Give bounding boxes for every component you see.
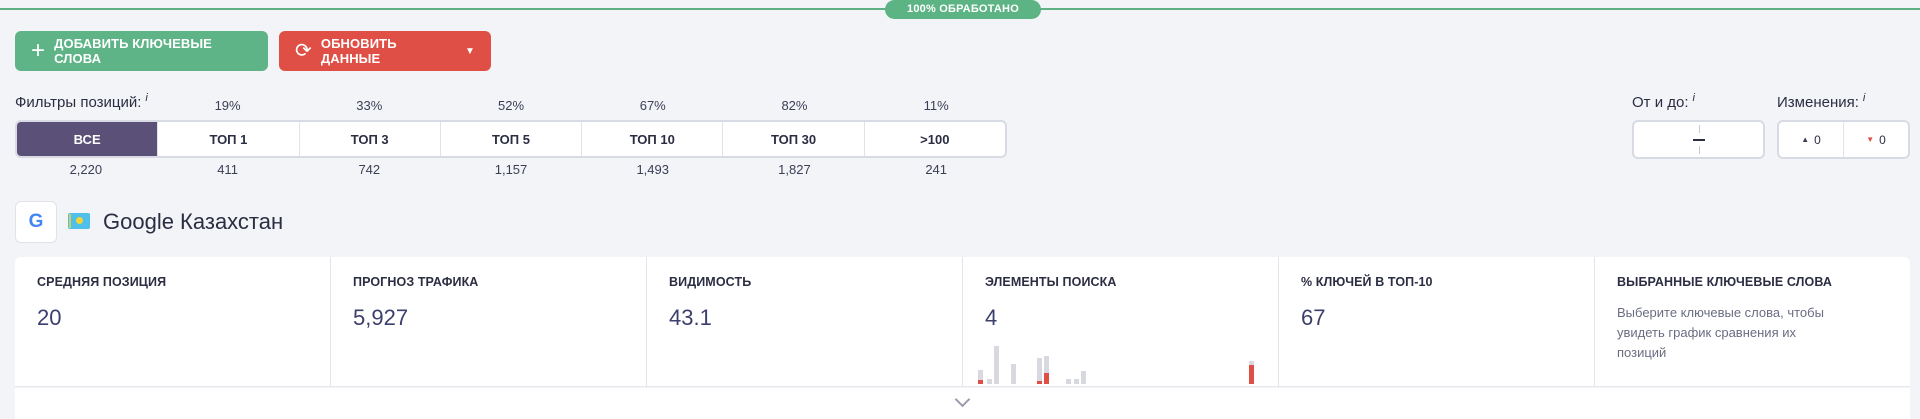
filter-count: 241 — [925, 162, 948, 177]
stat-value: 67 — [1301, 305, 1326, 330]
mini-bar — [1037, 358, 1042, 384]
triangle-down-icon: ▼ — [1866, 135, 1875, 144]
filter-percent: 52% — [498, 98, 525, 113]
progress-badge: 100% ОБРАБОТАНО — [885, 0, 1041, 19]
stat-value: 4 — [985, 305, 998, 330]
changes-label: Изменения: i — [1777, 92, 1865, 111]
filter-over100[interactable]: >100 — [865, 122, 1005, 156]
search-engine-name: Google Казахстан — [103, 209, 284, 234]
info-icon[interactable]: i — [1693, 92, 1695, 104]
stat-card-traffic-forecast[interactable]: ПРОГНОЗ ТРАФИКА 5,927 — [331, 257, 647, 386]
stat-title: % КЛЮЧЕЙ В ТОП-10 — [1301, 275, 1433, 289]
changes-up-value: 0 — [1814, 132, 1821, 147]
position-filter-segmented-control: ВСЕ ТОП 1 ТОП 3 ТОП 5 ТОП 10 ТОП 30 >100 — [15, 120, 1007, 158]
mini-bar — [1044, 356, 1049, 384]
stat-value: 5,927 — [353, 305, 409, 330]
stat-title: ЭЛЕМЕНТЫ ПОИСКА — [985, 275, 1117, 289]
refresh-data-label: ОБНОВИТЬ ДАННЫЕ — [320, 36, 397, 66]
google-letter: G — [28, 211, 44, 232]
mini-bar — [1249, 361, 1254, 384]
chevron-down-icon — [954, 391, 971, 408]
stat-value: 43.1 — [669, 305, 712, 330]
stat-card-selected-keywords[interactable]: ВЫБРАННЫЕ КЛЮЧЕВЫЕ СЛОВА Выберите ключев… — [1595, 257, 1910, 386]
filter-percent: 82% — [781, 98, 808, 113]
changes-down-button[interactable]: ▼ 0 — [1844, 122, 1908, 157]
mini-bar — [978, 370, 983, 384]
chevron-down-icon: ▼ — [465, 45, 475, 57]
mini-bar — [1081, 371, 1086, 384]
filter-count: 411 — [217, 162, 238, 177]
stat-value: 20 — [37, 305, 62, 330]
filter-top3[interactable]: ТОП 3 — [300, 122, 441, 156]
filter-top1[interactable]: ТОП 1 — [158, 122, 300, 156]
range-label-text: От и до: — [1632, 94, 1689, 111]
range-separator — [1693, 139, 1705, 141]
stat-title: ВЫБРАННЫЕ КЛЮЧЕВЫЕ СЛОВА — [1617, 275, 1832, 289]
mini-bar — [1011, 364, 1016, 384]
filter-count: 1,827 — [778, 162, 811, 177]
refresh-icon: ⟳ — [295, 40, 312, 62]
range-divider — [1699, 125, 1700, 133]
filter-percent — [15, 98, 157, 113]
mini-bar — [994, 346, 999, 384]
changes-up-button[interactable]: ▲ 0 — [1779, 122, 1844, 157]
stat-card-visibility[interactable]: ВИДИМОСТЬ 43.1 — [647, 257, 963, 386]
add-keywords-button[interactable]: + ДОБАВИТЬ КЛЮЧЕВЫЕ СЛОВА — [15, 31, 268, 71]
expand-panel-toggle[interactable] — [15, 388, 1910, 419]
info-icon[interactable]: i — [1863, 92, 1865, 104]
filter-percent: 33% — [356, 98, 383, 113]
filter-percent: 67% — [639, 98, 666, 113]
google-icon[interactable]: G — [15, 201, 57, 243]
range-label: От и до: i — [1632, 92, 1695, 111]
changes-label-text: Изменения: — [1777, 94, 1859, 111]
stat-card-serp-features[interactable]: ЭЛЕМЕНТЫ ПОИСКА 4 — [963, 257, 1279, 386]
mini-bar — [1074, 379, 1079, 384]
filter-all[interactable]: ВСЕ — [17, 122, 159, 156]
filter-count: 1,157 — [494, 162, 528, 177]
stat-card-top10-share[interactable]: % КЛЮЧЕЙ В ТОП-10 67 — [1279, 257, 1595, 386]
changes-filter: ▲ 0 ▼ 0 — [1777, 120, 1910, 159]
filter-top30[interactable]: ТОП 30 — [723, 122, 865, 156]
mini-bar — [1066, 379, 1071, 384]
filter-top5[interactable]: ТОП 5 — [441, 122, 583, 156]
mini-bar — [987, 379, 992, 384]
range-divider — [1699, 146, 1700, 154]
stat-card-avg-position[interactable]: СРЕДНЯЯ ПОЗИЦИЯ 20 — [15, 257, 331, 386]
filter-percent: 19% — [214, 98, 241, 113]
kazakhstan-flag-icon — [68, 213, 90, 229]
changes-down-value: 0 — [1879, 132, 1886, 147]
filter-count: 2,220 — [69, 162, 103, 177]
filter-count: 1,493 — [636, 162, 669, 177]
refresh-data-button[interactable]: ⟳ ОБНОВИТЬ ДАННЫЕ ▼ — [279, 31, 491, 71]
triangle-up-icon: ▲ — [1801, 135, 1810, 144]
filter-count-row: 2,220 411 742 1,157 1,493 1,827 241 — [15, 162, 1007, 177]
filter-count: 742 — [358, 162, 381, 177]
stat-description: Выберите ключевые слова, чтобы увидеть г… — [1617, 305, 1824, 360]
stats-panel: СРЕДНЯЯ ПОЗИЦИЯ 20 ПРОГНОЗ ТРАФИКА 5,927… — [15, 257, 1910, 387]
filter-percent: 11% — [923, 98, 949, 113]
stat-title: ВИДИМОСТЬ — [669, 275, 752, 289]
serp-features-mini-chart — [978, 336, 1268, 384]
filter-percent-row: 19% 33% 52% 67% 82% 11% — [15, 98, 1007, 113]
stat-title: ПРОГНОЗ ТРАФИКА — [353, 275, 479, 289]
plus-icon: + — [31, 37, 46, 64]
filter-top10[interactable]: ТОП 10 — [582, 122, 724, 156]
stat-title: СРЕДНЯЯ ПОЗИЦИЯ — [37, 275, 167, 289]
add-keywords-label: ДОБАВИТЬ КЛЮЧЕВЫЕ СЛОВА — [54, 36, 212, 66]
range-input[interactable] — [1632, 120, 1765, 159]
